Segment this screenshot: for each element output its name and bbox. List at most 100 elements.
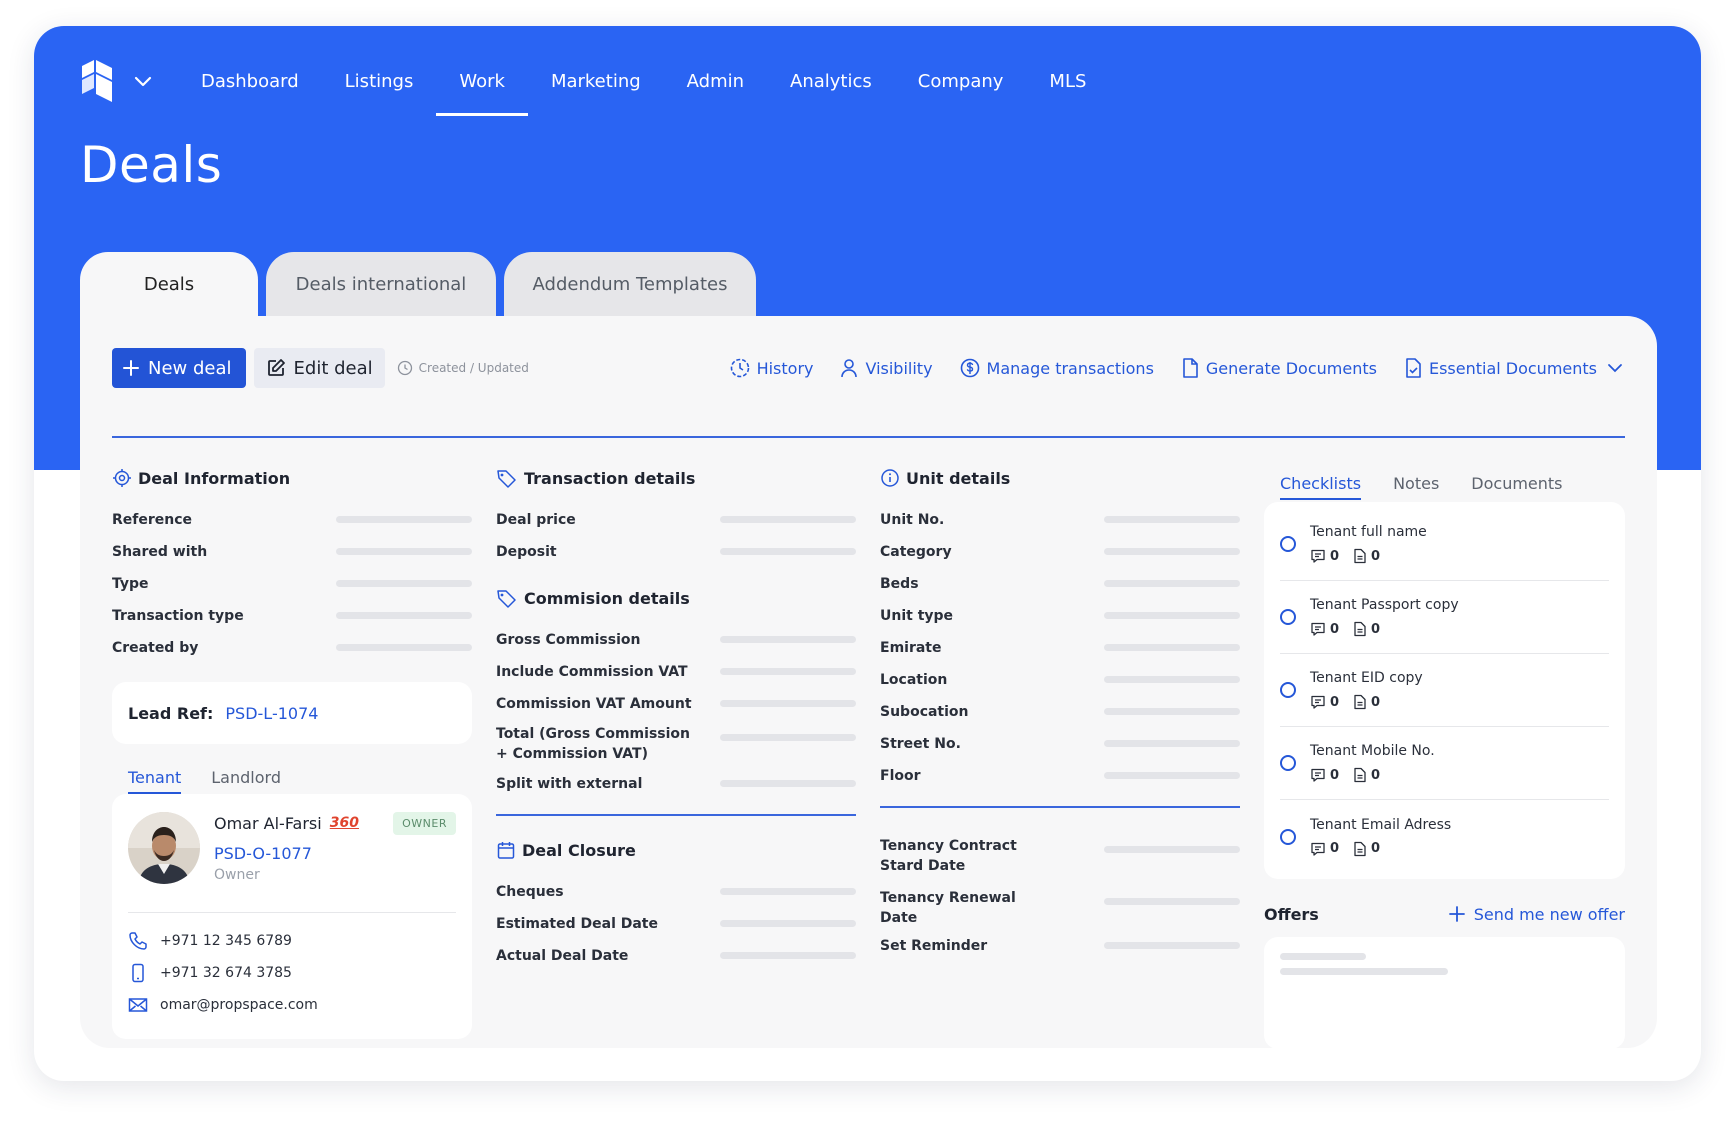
value-placeholder (720, 700, 856, 707)
avatar (128, 812, 200, 884)
field-actual-deal-date: Actual Deal Date (496, 940, 856, 972)
new-deal-button[interactable]: New deal (112, 348, 246, 388)
manage-transactions-label: Manage transactions (986, 358, 1154, 378)
contact-name[interactable]: Omar Al-Farsi (214, 814, 322, 833)
360-badge[interactable]: 360 (330, 815, 359, 831)
checklist-item[interactable]: Tenant Email Adress 0 0 (1280, 800, 1609, 873)
field-label: Beds (880, 576, 919, 592)
visibility-label: Visibility (865, 358, 933, 378)
nav-item-company[interactable]: Company (895, 46, 1027, 116)
value-placeholder (720, 952, 856, 959)
value-placeholder (1104, 740, 1240, 747)
visibility-action[interactable]: Visibility (839, 357, 933, 379)
tab-landlord[interactable]: Landlord (211, 760, 281, 794)
field-total-commission: Total (Gross Commission + Commission VAT… (496, 720, 856, 772)
edit-deal-button[interactable]: Edit deal (253, 348, 385, 388)
field-gross-commission: Gross Commission (496, 624, 856, 656)
essential-documents-dropdown[interactable]: Essential Documents (1403, 357, 1625, 379)
chevron-down-icon[interactable] (132, 70, 154, 92)
field-transaction-type: Transaction type (112, 600, 472, 632)
checkbox-circle-icon[interactable] (1280, 536, 1296, 552)
value-placeholder (1104, 898, 1240, 905)
checklist-item-title: Tenant EID copy (1310, 670, 1423, 686)
documents-count[interactable]: 0 (1353, 621, 1380, 637)
contact-phone[interactable]: +971 12 345 6789 (128, 925, 456, 957)
value-placeholder (720, 548, 856, 555)
field-label: Estimated Deal Date (496, 916, 658, 932)
field-reference: Reference (112, 504, 472, 536)
value-placeholder (1104, 516, 1240, 523)
contact-id-link[interactable]: PSD-O-1077 (214, 844, 359, 863)
comments-count[interactable]: 0 (1310, 621, 1339, 637)
nav-item-mls[interactable]: MLS (1026, 46, 1109, 116)
deal-information-title: Deal Information (138, 468, 291, 488)
tab-documents[interactable]: Documents (1471, 466, 1562, 500)
created-updated-meta[interactable]: Created / Updated (397, 360, 529, 376)
tab-notes[interactable]: Notes (1393, 466, 1439, 500)
checklist-item-body: Tenant Email Adress 0 0 (1310, 817, 1451, 857)
field-label: Cheques (496, 884, 564, 900)
file-icon (1354, 841, 1366, 856)
section-divider (496, 814, 856, 816)
transaction-column: Transaction details Deal price Deposit C… (496, 466, 856, 972)
contact-mobile[interactable]: +971 32 674 3785 (128, 957, 456, 989)
send-new-offer-button[interactable]: Send me new offer (1448, 905, 1625, 924)
field-label: Transaction type (112, 608, 244, 624)
tab-checklists[interactable]: Checklists (1280, 466, 1362, 500)
lead-ref-box: Lead Ref: PSD-L-1074 (112, 682, 472, 744)
comments-count[interactable]: 0 (1310, 548, 1339, 564)
tab-tenant[interactable]: Tenant (128, 760, 182, 794)
value-placeholder (336, 580, 472, 587)
documents-count[interactable]: 0 (1353, 694, 1380, 710)
nav-item-work[interactable]: Work (436, 46, 528, 116)
toolbar-actions: History Visibility Manage transactions G… (703, 357, 1625, 379)
documents-count[interactable]: 0 (1353, 767, 1380, 783)
contact-divider (128, 912, 456, 913)
checklist-item[interactable]: Tenant Mobile No. 0 0 (1280, 727, 1609, 800)
checkbox-circle-icon[interactable] (1280, 609, 1296, 625)
checklist-item[interactable]: Tenant EID copy 0 0 (1280, 654, 1609, 727)
field-label: Type (112, 576, 149, 592)
checklist: Tenant full name 0 0 Tenant Passport cop… (1264, 502, 1625, 879)
comments-count[interactable]: 0 (1310, 767, 1339, 783)
edit-icon (267, 359, 285, 376)
field-category: Category (880, 536, 1240, 568)
offers-title: Offers (1264, 904, 1319, 924)
documents-count[interactable]: 0 (1353, 841, 1380, 857)
field-label: Set Reminder (880, 938, 988, 954)
manage-transactions-action[interactable]: Manage transactions (959, 357, 1154, 379)
comments-count[interactable]: 0 (1310, 841, 1339, 857)
checklist-item[interactable]: Tenant full name 0 0 (1280, 508, 1609, 581)
field-type: Type (112, 568, 472, 600)
nav-item-admin[interactable]: Admin (664, 46, 767, 116)
field-label: Street No. (880, 736, 961, 752)
checkbox-circle-icon[interactable] (1280, 755, 1296, 771)
tag-icon (497, 590, 516, 608)
transaction-details-title: Transaction details (524, 468, 696, 488)
history-action[interactable]: History (729, 357, 814, 379)
value-placeholder (720, 780, 856, 787)
tab-deals[interactable]: Deals (80, 252, 258, 316)
history-label: History (756, 358, 814, 378)
contact-email[interactable]: omar@propspace.com (128, 989, 456, 1021)
nav-item-marketing[interactable]: Marketing (528, 46, 664, 116)
contact-role: Owner (214, 867, 260, 883)
offer-placeholder (1280, 968, 1448, 975)
tab-deals-international[interactable]: Deals international (266, 252, 496, 316)
checklist-item[interactable]: Tenant Passport copy 0 0 (1280, 581, 1609, 654)
nav-item-analytics[interactable]: Analytics (767, 46, 895, 116)
value-placeholder (336, 548, 472, 555)
generate-documents-action[interactable]: Generate Documents (1180, 357, 1377, 379)
checkbox-circle-icon[interactable] (1280, 828, 1296, 845)
tab-addendum-templates[interactable]: Addendum Templates (504, 252, 756, 316)
documents-count[interactable]: 0 (1353, 548, 1380, 564)
field-floor: Floor (880, 760, 1240, 792)
lead-ref-link[interactable]: PSD-L-1074 (225, 704, 318, 723)
checklist-item-title: Tenant Mobile No. (1310, 743, 1435, 759)
nav-item-listings[interactable]: Listings (322, 46, 437, 116)
brand-logo-icon[interactable] (78, 58, 118, 104)
nav-item-dashboard[interactable]: Dashboard (178, 46, 322, 116)
comments-count[interactable]: 0 (1310, 694, 1339, 710)
checkbox-circle-icon[interactable] (1280, 682, 1296, 698)
new-deal-label: New deal (148, 357, 232, 379)
